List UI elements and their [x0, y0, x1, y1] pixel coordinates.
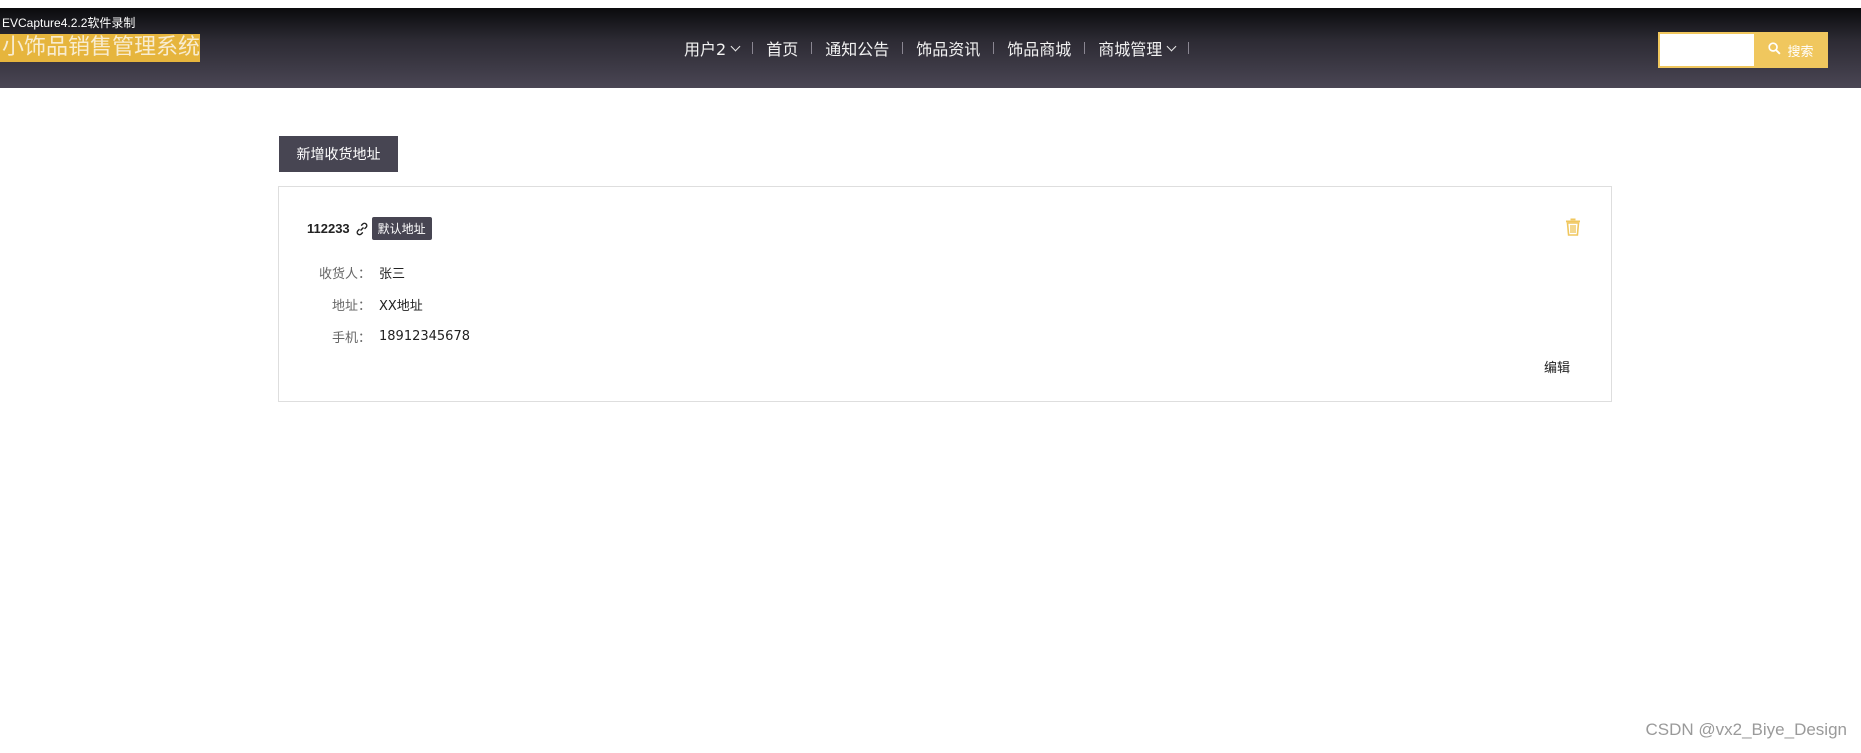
field-value: 18912345678 — [379, 329, 470, 344]
nav-item-home-label: 首页 — [766, 40, 799, 59]
nav-item-shop-label: 饰品商城 — [1007, 40, 1072, 59]
chevron-down-icon — [1166, 41, 1177, 51]
site-brand[interactable]: 小饰品销售管理系统 — [0, 34, 200, 62]
add-address-button[interactable]: 新增收货地址 — [279, 136, 398, 172]
field-value: XX地址 — [379, 299, 423, 314]
nav-separator — [752, 42, 754, 54]
field-label: 地址： — [331, 299, 371, 314]
field-label: 手机： — [331, 331, 371, 346]
nav-item-shop-admin[interactable]: 商城管理 — [1098, 36, 1177, 60]
nav-item-shop-admin-label: 商城管理 — [1098, 40, 1163, 59]
search-input[interactable] — [1658, 32, 1756, 68]
nav-separator — [993, 42, 995, 54]
add-address-button-label: 新增收货地址 — [296, 147, 381, 163]
field-label: 收货人： — [318, 267, 371, 282]
delete-address-trash-icon[interactable] — [1563, 217, 1583, 241]
nav-separator — [811, 42, 813, 54]
address-title-text: 112233 — [307, 221, 350, 236]
nav-item-notices-label: 通知公告 — [825, 40, 890, 59]
nav-separator — [1188, 42, 1190, 54]
address-field-recipient: 收货人： 张三 — [279, 263, 405, 282]
search-icon — [1768, 41, 1782, 59]
nav-item-user[interactable]: 用户2 — [684, 36, 741, 60]
chevron-down-icon — [730, 41, 741, 51]
nav-item-notices[interactable]: 通知公告 — [825, 36, 889, 60]
field-value: 张三 — [379, 267, 406, 282]
nav-separator — [1084, 42, 1086, 54]
search-button[interactable]: 搜索 — [1754, 32, 1828, 68]
nav-item-user-label: 用户2 — [684, 40, 727, 59]
main-nav: 用户2 首页 通知公告 饰品资讯 饰品商城 商城管理 — [684, 33, 1202, 63]
address-card: 112233 默认地址 收货人： 张三 地址： XX地址 手机： 1891234… — [278, 186, 1612, 402]
address-field-address: 地址： XX地址 — [279, 295, 423, 314]
search-button-label: 搜索 — [1787, 44, 1814, 60]
nav-item-news-label: 饰品资讯 — [916, 40, 981, 59]
watermark: CSDN @vx2_Biye_Design — [1645, 720, 1847, 739]
address-card-title: 112233 默认地址 — [307, 217, 432, 240]
nav-item-news[interactable]: 饰品资讯 — [916, 36, 980, 60]
top-white-band — [0, 0, 1861, 8]
nav-item-shop[interactable]: 饰品商城 — [1007, 36, 1071, 60]
nav-separator — [902, 42, 904, 54]
capture-tag: EVCapture4.2.2软件录制 — [2, 16, 136, 30]
link-icon — [354, 221, 370, 237]
edit-address-link[interactable]: 编辑 — [1544, 357, 1570, 376]
default-address-badge: 默认地址 — [371, 217, 432, 240]
nav-item-home[interactable]: 首页 — [766, 36, 798, 60]
address-field-phone: 手机： 18912345678 — [279, 327, 470, 346]
